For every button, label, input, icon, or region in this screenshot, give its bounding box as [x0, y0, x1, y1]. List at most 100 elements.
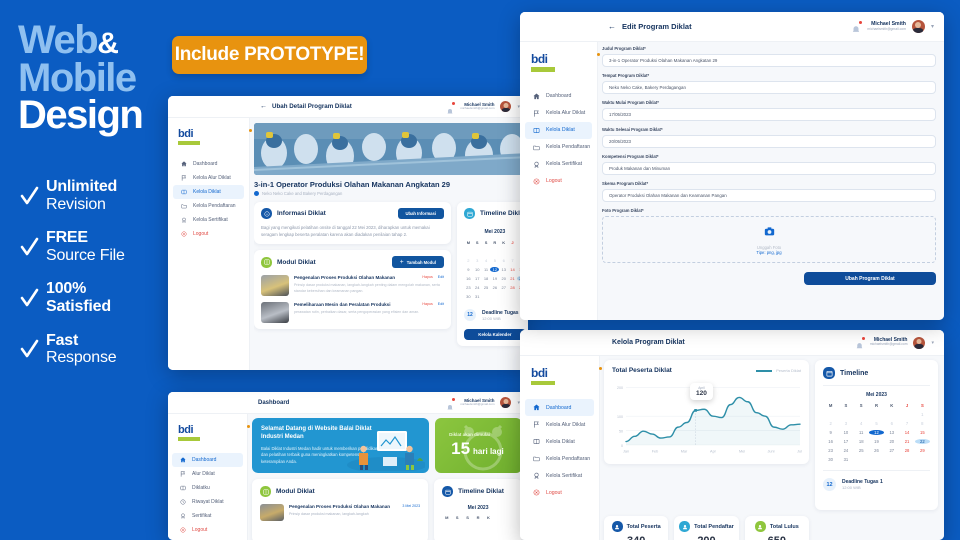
calendar-cell[interactable]: 10: [473, 267, 482, 272]
sidebar-item-kelola-sertifikat[interactable]: Kelola Sertifikat: [173, 213, 244, 227]
calendar-cell[interactable]: 1: [915, 412, 930, 417]
back-arrow-icon[interactable]: ←: [260, 103, 267, 110]
calendar-cell[interactable]: 31: [473, 294, 482, 299]
sidebar-item-logout[interactable]: Logout: [172, 523, 243, 537]
field-input[interactable]: 3-in-1 Operator Produksi Olahan Makanan …: [602, 54, 936, 67]
calendar-cell[interactable]: 13: [884, 430, 899, 435]
calendar-cell[interactable]: 2: [823, 421, 838, 426]
sidebar-item-sertifikat[interactable]: Sertifikat: [172, 509, 243, 523]
calendar-cell[interactable]: 20: [884, 439, 899, 444]
sidebar-item-dashboard[interactable]: Dashboard: [525, 88, 592, 105]
calendar-cell[interactable]: 11: [482, 267, 491, 272]
calendar-cell[interactable]: 2: [464, 258, 473, 263]
calendar-cell[interactable]: 14: [508, 267, 517, 272]
calendar-cell[interactable]: 21: [899, 439, 914, 444]
sidebar-item-kelola-sertifikat[interactable]: Kelola Sertifikat: [525, 156, 592, 173]
calendar-cell[interactable]: 17: [838, 439, 853, 444]
calendar-cell[interactable]: 16: [464, 276, 473, 281]
calendar-cell[interactable]: 13: [499, 267, 508, 272]
calendar-cell[interactable]: 18: [482, 276, 491, 281]
calendar-cell[interactable]: 11: [854, 430, 869, 435]
sidebar-item-dashboard[interactable]: Dashboard: [173, 157, 244, 171]
calendar-cell[interactable]: 21: [508, 276, 517, 281]
avatar[interactable]: [913, 336, 926, 349]
calendar-cell[interactable]: 3: [838, 421, 853, 426]
sidebar-item-dashboard[interactable]: Dashboard: [525, 399, 594, 416]
calendar-cell[interactable]: 23: [823, 448, 838, 453]
calendar-cell[interactable]: 15: [915, 430, 930, 435]
calendar-cell[interactable]: 25: [854, 448, 869, 453]
edit-link[interactable]: Edit: [438, 302, 444, 308]
sidebar-item-logout[interactable]: Logout: [525, 173, 592, 190]
sidebar-item-logout[interactable]: Logout: [525, 484, 594, 501]
notification-bell-icon[interactable]: [855, 337, 865, 349]
calendar-cell[interactable]: 7: [899, 421, 914, 426]
hapus-link[interactable]: Hapus: [422, 275, 432, 281]
sidebar-item-kelola-alur-diklat[interactable]: Kelola Alur Diklat: [525, 416, 594, 433]
sidebar-item-diklatku[interactable]: Diklatku: [172, 481, 243, 495]
sidebar-item-logout[interactable]: Logout: [173, 227, 244, 241]
sidebar-item-kelola-alur-diklat[interactable]: Kelola Alur Diklat: [525, 105, 592, 122]
calendar-cell[interactable]: 28: [899, 448, 914, 453]
calendar-cell[interactable]: 20: [499, 276, 508, 281]
calendar-cell[interactable]: 27: [499, 285, 508, 290]
calendar-cell[interactable]: 30: [823, 457, 838, 462]
calendar-cell[interactable]: 22: [914, 439, 930, 444]
calendar-cell[interactable]: 24: [838, 448, 853, 453]
calendar-cell[interactable]: 26: [869, 448, 884, 453]
calendar-cell[interactable]: 23: [464, 285, 473, 290]
calendar-cell[interactable]: 12: [868, 430, 885, 435]
back-arrow-icon[interactable]: ←: [608, 22, 616, 31]
calendar-cell[interactable]: 30: [464, 294, 473, 299]
field-input[interactable]: 17/05/2023: [602, 108, 936, 121]
avatar[interactable]: [500, 101, 512, 112]
photo-upload-dropzone[interactable]: Unggah Foto Tipe: png, jpg: [602, 216, 936, 263]
calendar-cell[interactable]: 29: [915, 448, 930, 453]
notification-bell-icon[interactable]: [851, 20, 863, 32]
sidebar-item-kelola-diklat[interactable]: Kelola Diklat: [525, 433, 594, 450]
calendar-cell[interactable]: 25: [482, 285, 491, 290]
notification-bell-icon[interactable]: [446, 101, 456, 113]
sidebar-item-kelola-pendaftaran[interactable]: Kelola Pendaftaran: [525, 450, 594, 467]
tambah-modul-button[interactable]: ＋ Tambah Modul: [391, 256, 444, 269]
calendar-cell[interactable]: 16: [823, 439, 838, 444]
calendar-cell[interactable]: 12: [490, 267, 500, 272]
calendar-cell[interactable]: 10: [838, 430, 853, 435]
calendar-cell[interactable]: 4: [854, 421, 869, 426]
calendar-cell[interactable]: 18: [854, 439, 869, 444]
edit-link[interactable]: Edit: [438, 275, 444, 281]
calendar-cell[interactable]: 7: [508, 258, 517, 263]
calendar-cell[interactable]: 28: [508, 285, 517, 290]
calendar-cell[interactable]: 24: [473, 285, 482, 290]
calendar-cell[interactable]: 31: [838, 457, 853, 462]
calendar-cell[interactable]: 17: [473, 276, 482, 281]
notification-bell-icon[interactable]: [446, 397, 456, 409]
list-item[interactable]: Pengenalan Proses Produksi Olahan Makana…: [261, 275, 444, 297]
sidebar-item-kelola-diklat[interactable]: Kelola Diklat: [525, 121, 592, 139]
sidebar-item-kelola-pendaftaran[interactable]: Kelola Pendaftaran: [525, 139, 592, 156]
calendar-cell[interactable]: 6: [499, 258, 508, 263]
ubah-informasi-button[interactable]: Ubah Informasi: [397, 208, 444, 219]
calendar-cell[interactable]: 19: [490, 276, 499, 281]
calendar-cell[interactable]: 5: [490, 258, 499, 263]
chevron-down-icon[interactable]: ▾: [931, 340, 934, 346]
avatar[interactable]: [500, 397, 512, 408]
calendar-cell[interactable]: 3: [473, 258, 482, 263]
sidebar-item-kelola-diklat[interactable]: Kelola Diklat: [173, 185, 244, 199]
chevron-down-icon[interactable]: ▾: [931, 23, 934, 30]
sidebar-item-kelola-sertifikat[interactable]: Kelola Sertifikat: [525, 467, 594, 484]
calendar-cell[interactable]: 19: [869, 439, 884, 444]
field-input[interactable]: Produk Makanan dan Minuman: [602, 162, 936, 175]
calendar-cell[interactable]: 9: [823, 430, 838, 435]
hapus-link[interactable]: Hapus: [422, 302, 432, 308]
calendar-cell[interactable]: 6: [884, 421, 899, 426]
sidebar-item-alur-diklat[interactable]: Alur Diklat: [172, 467, 243, 481]
kelola-kalender-button[interactable]: Kelola Kalender: [464, 329, 526, 340]
sidebar-item-dashboard[interactable]: Dashboard: [172, 453, 243, 467]
list-item[interactable]: Pemeliharaan Mesin dan Peralatan Produks…: [261, 302, 444, 324]
field-input[interactable]: Neko Neko Cake, Bakery Perdagangan: [602, 81, 936, 94]
sidebar-item-kelola-pendaftaran[interactable]: Kelola Pendaftaran: [173, 199, 244, 213]
calendar-cell[interactable]: 8: [915, 421, 930, 426]
calendar-cell[interactable]: 5: [869, 421, 884, 426]
calendar-cell[interactable]: 4: [482, 258, 491, 263]
